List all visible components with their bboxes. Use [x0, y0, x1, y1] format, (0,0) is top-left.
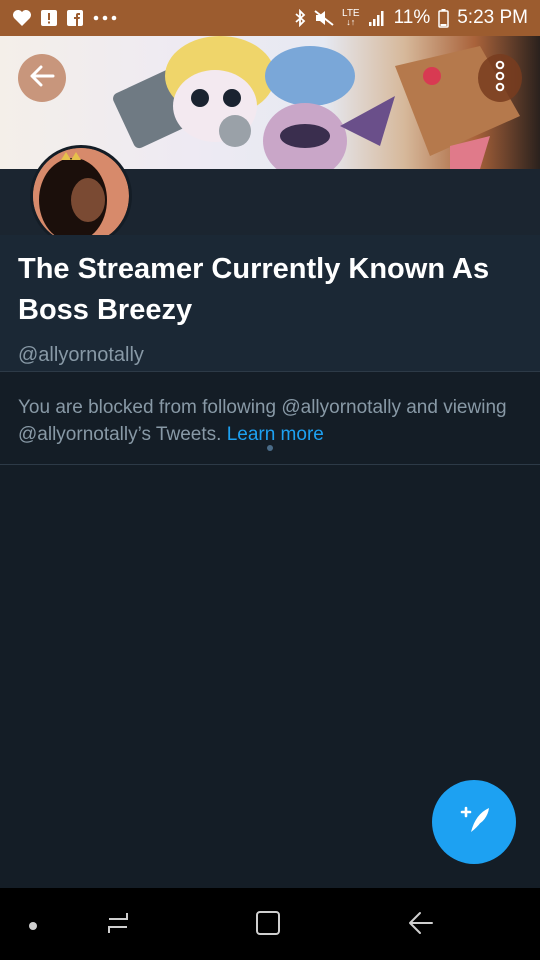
avatar-image: [33, 148, 129, 244]
mute-icon: [314, 9, 334, 27]
heart-icon: [12, 9, 32, 27]
loading-dot: [267, 445, 273, 451]
learn-more-link[interactable]: Learn more: [227, 424, 324, 445]
recent-apps-icon: [103, 909, 133, 942]
vertical-dots-icon: [494, 60, 506, 97]
battery-percent: 11%: [393, 7, 431, 28]
recent-apps-button[interactable]: [98, 905, 138, 945]
blocked-notice: You are blocked from following @allyorno…: [0, 373, 540, 465]
avatar[interactable]: [30, 145, 132, 247]
signal-icon: [368, 9, 386, 27]
user-handle: @allyornotally: [18, 344, 144, 366]
lte-icon: LTE ↓↑: [342, 8, 360, 27]
profile-header: The Streamer Currently Known As Boss Bre…: [0, 235, 540, 372]
back-button[interactable]: [18, 54, 66, 102]
home-icon: [254, 909, 282, 942]
more-dots-icon: [92, 14, 118, 22]
alert-icon: [40, 9, 58, 27]
display-name: The Streamer Currently Known As Boss Bre…: [18, 253, 490, 326]
facebook-icon: [66, 9, 84, 27]
status-bar-left: [12, 9, 118, 27]
arrow-left-icon: [29, 65, 55, 92]
nav-dot-icon: [29, 922, 37, 930]
bluetooth-icon: [294, 9, 306, 27]
status-bar: LTE ↓↑ 11% 5:23 PM: [0, 0, 540, 36]
back-icon: [406, 909, 434, 942]
compose-tweet-icon: [456, 804, 492, 841]
more-options-button[interactable]: [478, 54, 522, 102]
status-bar-right: LTE ↓↑ 11% 5:23 PM: [294, 7, 528, 29]
home-button[interactable]: [248, 905, 288, 945]
battery-icon: [438, 8, 449, 28]
clock: 5:23 PM: [457, 7, 528, 28]
back-nav-button[interactable]: [400, 905, 440, 945]
compose-tweet-button[interactable]: [432, 780, 516, 864]
